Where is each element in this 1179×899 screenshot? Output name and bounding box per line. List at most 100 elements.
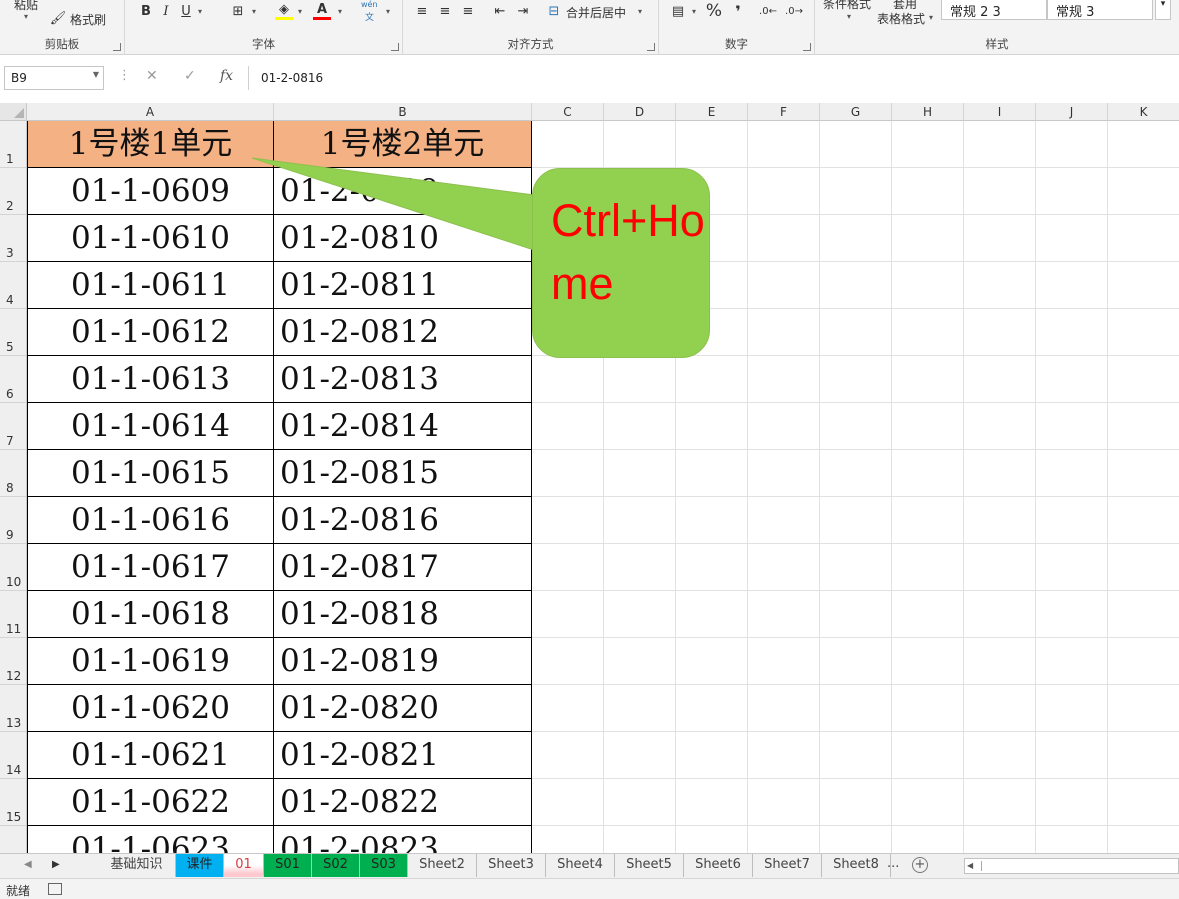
cell-B8[interactable]: 01-2-0815 <box>274 450 532 497</box>
increase-decimal-icon[interactable]: .0← <box>759 2 777 20</box>
cell-B13[interactable]: 01-2-0820 <box>274 685 532 732</box>
row-header[interactable]: 4 <box>0 262 27 309</box>
cell-B4[interactable]: 01-2-0811 <box>274 262 532 309</box>
phonetic-dropdown-icon[interactable]: ▾ <box>379 2 397 20</box>
sheet-tab[interactable]: 01 <box>224 854 264 877</box>
column-header-J[interactable]: J <box>1036 103 1108 121</box>
style-cell-1[interactable]: 常规 2 3 <box>941 0 1047 20</box>
decrease-indent-icon[interactable]: ⇤ <box>491 2 509 20</box>
cell-A11[interactable]: 01-1-0618 <box>27 591 274 638</box>
cell-A3[interactable]: 01-1-0610 <box>27 215 274 262</box>
align-left-icon[interactable]: ≡ <box>413 2 431 20</box>
column-header-C[interactable]: C <box>532 103 604 121</box>
name-box[interactable]: B9 ▼ <box>4 66 104 90</box>
number-launcher-icon[interactable] <box>803 43 811 51</box>
row-header[interactable]: 6 <box>0 356 27 403</box>
column-header-K[interactable]: K <box>1108 103 1179 121</box>
select-all-corner[interactable] <box>0 103 27 121</box>
row-header[interactable]: 7 <box>0 403 27 450</box>
row-header[interactable]: 3 <box>0 215 27 262</box>
column-header-F[interactable]: F <box>748 103 820 121</box>
row-header[interactable]: 9 <box>0 497 27 544</box>
cell-B12[interactable]: 01-2-0819 <box>274 638 532 685</box>
cell-A5[interactable]: 01-1-0612 <box>27 309 274 356</box>
cell-B10[interactable]: 01-2-0817 <box>274 544 532 591</box>
format-painter-button[interactable]: 格式刷 <box>70 11 106 28</box>
add-sheet-icon[interactable]: + <box>912 857 928 873</box>
macro-record-icon[interactable] <box>48 883 62 895</box>
row-header[interactable]: 5 <box>0 309 27 356</box>
style-cell-2[interactable]: 常规 3 <box>1047 0 1153 20</box>
column-header-G[interactable]: G <box>820 103 892 121</box>
name-box-dropdown-icon[interactable]: ▼ <box>93 70 99 79</box>
percent-button[interactable]: % <box>705 1 723 21</box>
phonetic-icon[interactable]: 文 <box>365 10 374 23</box>
table-format-button[interactable]: 表格格式 <box>877 10 925 27</box>
sheet-tab[interactable]: Sheet7 <box>753 854 822 877</box>
cell-A8[interactable]: 01-1-0615 <box>27 450 274 497</box>
conditional-format-dropdown-icon[interactable]: ▾ <box>847 12 851 21</box>
font-color-dropdown-icon[interactable]: ▾ <box>331 2 349 20</box>
tab-scroll-left-icon[interactable]: ◀ <box>24 859 32 870</box>
enter-icon[interactable]: ✓ <box>184 68 196 84</box>
cell-A16[interactable]: 01-1-0623 <box>27 826 274 853</box>
column-header-E[interactable]: E <box>676 103 748 121</box>
row-header[interactable]: 12 <box>0 638 27 685</box>
merge-dropdown-icon[interactable]: ▾ <box>631 2 649 20</box>
horizontal-scrollbar[interactable]: ◀ <box>964 858 1179 874</box>
align-right-icon[interactable]: ≡ <box>459 2 477 20</box>
column-header-B[interactable]: B <box>274 103 532 121</box>
row-header[interactable] <box>0 826 27 853</box>
row-header[interactable]: 13 <box>0 685 27 732</box>
formula-input[interactable]: 01-2-0816 <box>248 66 1179 90</box>
scroll-thumb[interactable] <box>981 861 1178 871</box>
cell-A12[interactable]: 01-1-0619 <box>27 638 274 685</box>
clipboard-launcher-icon[interactable] <box>113 43 121 51</box>
sheet-tab[interactable]: Sheet2 <box>408 854 477 877</box>
merge-center-button[interactable]: 合并后居中 <box>566 4 626 21</box>
cell-A6[interactable]: 01-1-0613 <box>27 356 274 403</box>
cell-B9[interactable]: 01-2-0816 <box>274 497 532 544</box>
cell-B1-header[interactable]: 1号楼2单元 <box>274 121 532 168</box>
row-header[interactable]: 2 <box>0 168 27 215</box>
conditional-format-button[interactable]: 条件格式 <box>823 0 871 12</box>
cell-A10[interactable]: 01-1-0617 <box>27 544 274 591</box>
comma-style-button[interactable]: ❜ <box>729 2 747 21</box>
tab-scroll-right-icon[interactable]: ▶ <box>52 859 60 870</box>
sheet-tab[interactable]: S01 <box>264 854 312 877</box>
accounting-dropdown-icon[interactable]: ▾ <box>685 2 703 20</box>
sheet-tab[interactable]: Sheet4 <box>546 854 615 877</box>
styles-more-icon[interactable]: ▾ <box>1155 0 1171 20</box>
column-header-D[interactable]: D <box>604 103 676 121</box>
row-header[interactable]: 8 <box>0 450 27 497</box>
fill-dropdown-icon[interactable]: ▾ <box>291 2 309 20</box>
column-header-A[interactable]: A <box>27 103 274 121</box>
font-launcher-icon[interactable] <box>391 43 399 51</box>
sheet-tab[interactable]: S03 <box>360 854 408 877</box>
cell-B16[interactable]: 01-2-0823 <box>274 826 532 853</box>
sheet-tab[interactable]: Sheet8 <box>822 854 891 877</box>
row-header[interactable]: 15 <box>0 779 27 826</box>
cancel-icon[interactable]: ✕ <box>146 68 158 84</box>
cell-B15[interactable]: 01-2-0822 <box>274 779 532 826</box>
cell-A7[interactable]: 01-1-0614 <box>27 403 274 450</box>
cell-B5[interactable]: 01-2-0812 <box>274 309 532 356</box>
scroll-left-arrow-icon[interactable]: ◀ <box>967 861 973 870</box>
cell-A13[interactable]: 01-1-0620 <box>27 685 274 732</box>
table-format-dropdown-icon[interactable]: ▾ <box>929 13 933 22</box>
merge-center-icon[interactable]: ⊟ <box>545 2 563 20</box>
sheet-tab[interactable]: Sheet5 <box>615 854 684 877</box>
cell-B11[interactable]: 01-2-0818 <box>274 591 532 638</box>
cell-A14[interactable]: 01-1-0621 <box>27 732 274 779</box>
sheet-tab[interactable]: 课件 <box>176 854 224 877</box>
font-color-icon[interactable]: A <box>313 2 331 20</box>
paste-dropdown-icon[interactable]: ▾ <box>24 12 28 21</box>
row-header[interactable]: 14 <box>0 732 27 779</box>
cell-A4[interactable]: 01-1-0611 <box>27 262 274 309</box>
cell-B7[interactable]: 01-2-0814 <box>274 403 532 450</box>
sheet-tab[interactable]: Sheet6 <box>684 854 753 877</box>
cell-A1-header[interactable]: 1号楼1单元 <box>27 121 274 168</box>
cell-B2[interactable]: 01-2-0809 <box>274 168 532 215</box>
column-header-H[interactable]: H <box>892 103 964 121</box>
insert-function-icon[interactable]: fx <box>220 68 233 84</box>
